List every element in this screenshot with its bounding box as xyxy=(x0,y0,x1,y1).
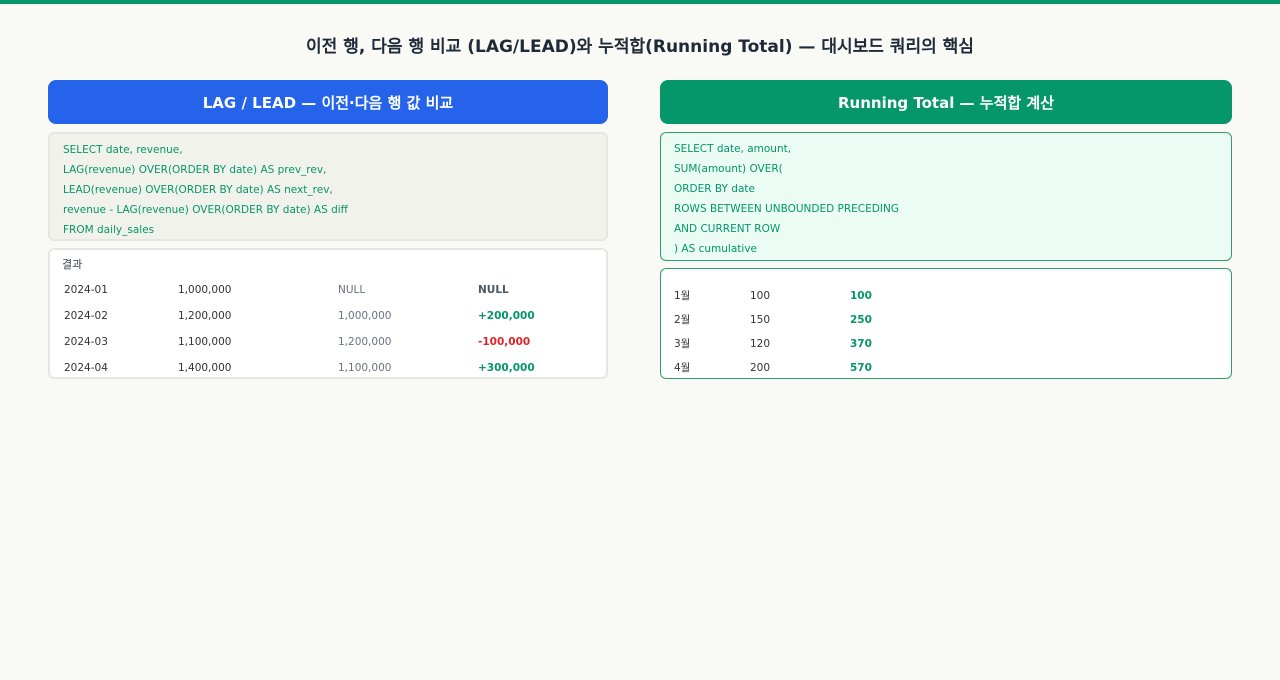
code-line: FROM daily_sales xyxy=(63,224,155,236)
revenue-cell: 1,000,000 xyxy=(178,284,232,296)
running-total-code-block: SELECT date, amount, SUM(amount) OVER( O… xyxy=(660,132,1232,261)
cumulative-cell: 370 xyxy=(850,338,872,350)
prev-rev-cell: 1,100,000 xyxy=(338,362,392,374)
code-line: SUM(amount) OVER( xyxy=(674,163,783,175)
month-cell: 2월 xyxy=(674,314,691,326)
table-row: 2024-03 1,100,000 1,200,000 -100,000 xyxy=(50,332,606,352)
code-line: LEAD(revenue) OVER(ORDER BY date) AS nex… xyxy=(63,184,333,196)
code-line: SELECT date, amount, xyxy=(674,143,792,155)
cumulative-cell: 100 xyxy=(850,290,872,302)
prev-rev-cell: NULL xyxy=(338,284,366,296)
lag-lead-header: LAG / LEAD — 이전·다음 행 값 비교 xyxy=(48,80,608,124)
code-line: ORDER BY date xyxy=(674,183,755,195)
code-line: ROWS BETWEEN UNBOUNDED PRECEDING xyxy=(674,203,899,215)
code-line: SELECT date, revenue, xyxy=(63,144,183,156)
diff-cell: +300,000 xyxy=(478,362,535,374)
revenue-cell: 1,400,000 xyxy=(178,362,232,374)
revenue-cell: 1,200,000 xyxy=(178,310,232,322)
prev-rev-cell: 1,000,000 xyxy=(338,310,392,322)
code-line: ) AS cumulative xyxy=(674,243,757,255)
revenue-cell: 1,100,000 xyxy=(178,336,232,348)
month-cell: 1월 xyxy=(674,290,691,302)
diff-cell: NULL xyxy=(478,284,509,296)
code-line: AND CURRENT ROW xyxy=(674,223,781,235)
date-cell: 2024-04 xyxy=(64,362,108,374)
lag-lead-result-table: 결과 2024-01 1,000,000 NULL NULL 2024-02 1… xyxy=(48,248,608,379)
table-row: 2024-01 1,000,000 NULL NULL xyxy=(50,280,606,300)
top-accent-bar xyxy=(0,0,1280,4)
month-cell: 4월 xyxy=(674,362,691,374)
code-line: revenue - LAG(revenue) OVER(ORDER BY dat… xyxy=(63,204,348,216)
running-total-panel: Running Total — 누적합 계산 SELECT date, amou… xyxy=(660,80,1232,379)
date-cell: 2024-03 xyxy=(64,336,108,348)
lag-lead-panel: LAG / LEAD — 이전·다음 행 값 비교 SELECT date, r… xyxy=(48,80,608,379)
cumulative-cell: 570 xyxy=(850,362,872,374)
diff-cell: -100,000 xyxy=(478,336,531,348)
table-row: 4월 200 570 xyxy=(661,358,1231,378)
table-row: 3월 120 370 xyxy=(661,334,1231,354)
amount-cell: 120 xyxy=(750,338,771,350)
table-row: 2024-04 1,400,000 1,100,000 +300,000 xyxy=(50,358,606,378)
amount-cell: 150 xyxy=(750,314,771,326)
diff-cell: +200,000 xyxy=(478,310,535,322)
code-line: LAG(revenue) OVER(ORDER BY date) AS prev… xyxy=(63,164,327,176)
result-label: 결과 xyxy=(62,258,83,271)
table-row: 1월 100 100 xyxy=(661,286,1231,306)
month-cell: 3월 xyxy=(674,338,691,350)
date-cell: 2024-02 xyxy=(64,310,108,322)
table-row: 2월 150 250 xyxy=(661,310,1231,330)
table-row: 2024-02 1,200,000 1,000,000 +200,000 xyxy=(50,306,606,326)
lag-lead-code-block: SELECT date, revenue, LAG(revenue) OVER(… xyxy=(48,132,608,241)
prev-rev-cell: 1,200,000 xyxy=(338,336,392,348)
date-cell: 2024-01 xyxy=(64,284,108,296)
amount-cell: 200 xyxy=(750,362,771,374)
page-title: 이전 행, 다음 행 비교 (LAG/LEAD)와 누적합(Running To… xyxy=(306,37,974,57)
amount-cell: 100 xyxy=(750,290,771,302)
cumulative-cell: 250 xyxy=(850,314,872,326)
running-total-header: Running Total — 누적합 계산 xyxy=(660,80,1232,124)
running-total-result-table: 1월 100 100 2월 150 250 3월 120 370 4월 200 … xyxy=(660,268,1232,379)
